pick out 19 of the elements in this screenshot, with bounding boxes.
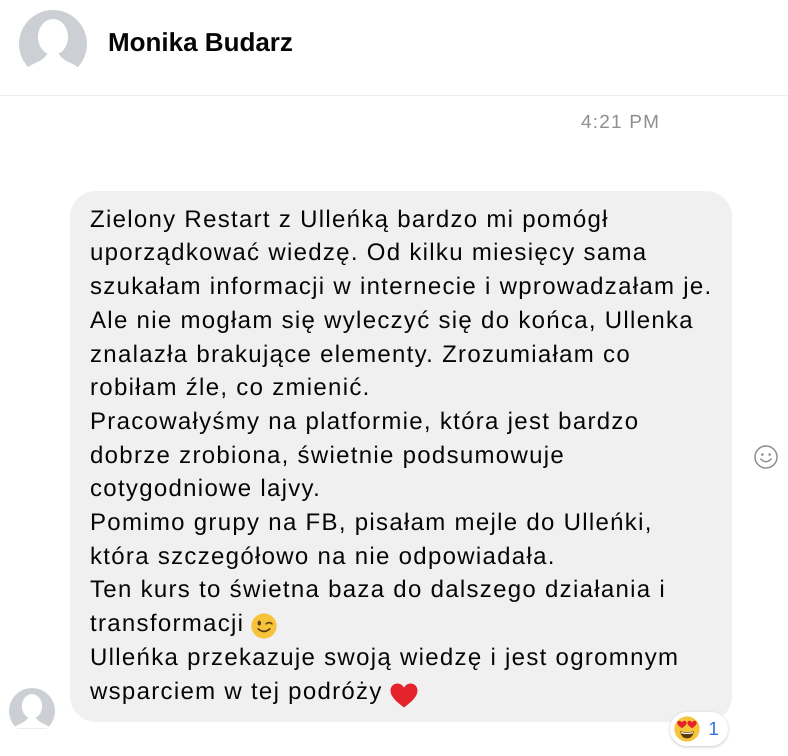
- smiley-icon[interactable]: [754, 444, 778, 469]
- message-timestamp: 4:21 PM: [581, 113, 660, 132]
- message-text: Ulleńka przekazuje swoją wiedzę i jest ogromnym: [90, 644, 680, 671]
- message-text: Pracowałyśmy na platformie, która jest bardzo dobrze zrobiona, świetnie podsumowuje cotygodniowe lajvy.: [90, 408, 640, 502]
- message-text: Pomimo grupy na FB, pisałam mejle do Ulleńki,: [90, 509, 653, 536]
- winking-face-icon: [251, 613, 278, 640]
- message-text: która szczegółowo na nie odpowiadała.: [90, 542, 556, 570]
- contact-name: Monika Budarz: [108, 29, 293, 55]
- reaction-badge[interactable]: 1: [670, 712, 728, 746]
- message-text: Zielony Restart z Ulleńką bardzo mi pomógł uporządkować wiedzę. Od kilku miesięcy sama szukałam informacji w internecie i wprowadzałam je.: [90, 206, 713, 300]
- message-text: wsparciem w tej podróży: [90, 678, 383, 705]
- heart-eyes-face-icon: [674, 716, 700, 742]
- reaction-count: 1: [708, 720, 719, 739]
- avatar-icon: [19, 10, 87, 70]
- message-text: transformacji: [90, 610, 244, 638]
- message-text: Ale nie mogłam się wyleczyć się do końca, Ullenka znalazła brakujące elementy. Zrozumiałam co robiłam źle, co zmienić.: [90, 306, 694, 402]
- message-text: Ten kurs to świetna baza do dalszego działania i: [90, 576, 666, 604]
- heart-icon: [390, 682, 418, 708]
- avatar-icon: [9, 688, 55, 730]
